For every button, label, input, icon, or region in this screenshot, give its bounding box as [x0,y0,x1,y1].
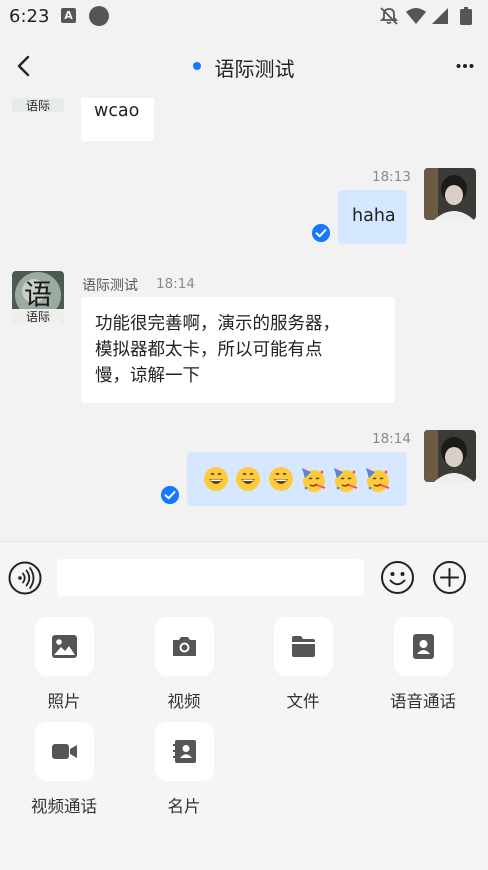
bell-off-icon [380,7,399,25]
message-list[interactable]: 语际 wcao 18:13 haha 语 语际 语际测试 18:14 功能很完善… [0,98,488,541]
tool-video-call[interactable]: 视频通话 [4,716,124,816]
tool-video-box[interactable] [155,617,214,676]
message-text: wcao [94,101,140,121]
wifi-icon [406,8,426,24]
message-line: 功能很完善啊，演示的服务器， [95,314,340,334]
tool-video-call-box[interactable] [35,722,94,781]
tool-label: 语音通话 [390,692,456,711]
chat-title: 语际测试 [214,57,295,81]
tool-label: 照片 [47,692,81,711]
user-avatar[interactable] [424,430,476,482]
avatar-small-text: 语际 [26,99,50,112]
message-bubble-outgoing[interactable] [187,452,407,506]
tool-file-box[interactable] [274,617,333,676]
tool-contact-card-box[interactable] [155,722,214,781]
status-bar: 6:23 A [0,0,488,34]
plus-circle-icon[interactable] [432,560,467,595]
grinning-face-emoji [236,467,261,491]
tool-contact-card[interactable]: 名片 [124,716,244,816]
tool-voice-call-box[interactable] [394,617,453,676]
message-bubble-incoming[interactable]: wcao [81,98,154,141]
attachment-panel: 照片 视频 文件 语音通话 视频通话 名片 [0,611,488,870]
grinning-face-emoji [268,467,293,491]
read-check-icon [161,486,179,504]
message-time: 18:14 [156,276,195,292]
smiley-icon[interactable] [380,560,415,595]
battery-icon [460,7,472,25]
message-line: 慢，谅解一下 [95,366,200,386]
tool-label: 视频 [167,692,201,711]
tool-video[interactable]: 视频 [124,611,244,711]
partying-face-emoji [366,468,390,492]
photo-icon [52,635,77,658]
chat-title-group: 语际测试 [0,53,488,82]
status-icons [380,7,472,25]
avatar-small-text: 语际 [26,310,50,323]
sender-name: 语际测试 [82,278,138,294]
tool-label: 名片 [167,797,201,816]
voice-wave-icon[interactable] [8,561,42,595]
circle-icon [89,6,109,26]
user-avatar[interactable] [424,168,476,220]
grinning-face-emoji [204,467,228,491]
avatar-big-text: 语 [24,278,52,311]
signal-icon [432,8,448,24]
chat-screen: 6:23 A 语际测试 语际 wcao 18:13 haha 语 语际 语际测试… [0,0,488,870]
tool-photo[interactable]: 照片 [4,611,124,711]
online-indicator [193,61,202,70]
input-bar [0,541,488,611]
partying-face-emoji [301,468,326,492]
message-time: 18:14 [372,431,411,447]
chat-header: 语际测试 [0,34,488,98]
message-text: haha [352,206,396,226]
contact-card-icon [173,740,196,763]
message-input[interactable] [57,559,364,596]
tool-label: 文件 [286,692,320,711]
tool-label: 视频通话 [31,797,97,816]
status-time: 6:23 [9,6,50,27]
message-bubble-incoming[interactable]: 功能很完善啊，演示的服务器， 模拟器都太卡，所以可能有点 慢，谅解一下 [81,297,395,403]
voice-call-icon [413,634,434,659]
more-button[interactable] [456,56,474,76]
message-time: 18:13 [372,169,411,185]
video-call-icon [52,744,77,759]
font-a-icon: A [61,8,76,23]
partying-face-emoji [334,468,358,492]
folder-icon [292,636,315,657]
tool-photo-box[interactable] [35,617,94,676]
message-bubble-outgoing[interactable]: haha [338,190,407,244]
tool-voice-call[interactable]: 语音通话 [363,611,483,711]
read-check-icon [312,224,330,242]
contact-avatar[interactable]: 语际 [12,98,64,112]
camera-icon [173,637,196,656]
message-line: 模拟器都太卡，所以可能有点 [95,340,323,360]
contact-avatar[interactable]: 语 语际 [12,271,64,323]
tool-file[interactable]: 文件 [243,611,363,711]
